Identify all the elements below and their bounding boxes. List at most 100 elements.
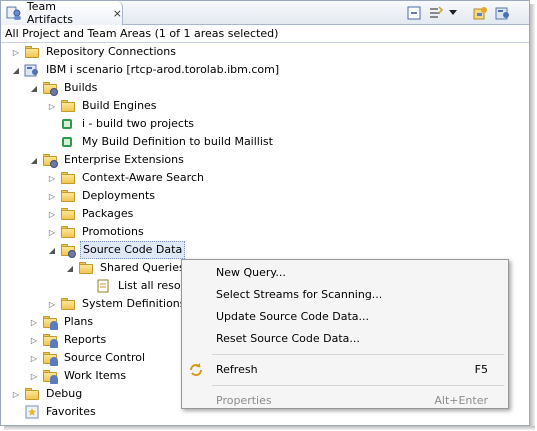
team-artifacts-view: Team Artifacts ⨯ All Project and Team Ar… bbox=[0, 0, 530, 426]
team-artifacts-icon bbox=[6, 6, 21, 20]
tree-item[interactable]: ◢ Shared Queries bbox=[65, 259, 187, 277]
collapsed-twistie-icon[interactable]: ▷ bbox=[29, 313, 39, 331]
menu-item-properties: Properties Alt+Enter bbox=[182, 390, 508, 412]
favorites-icon bbox=[24, 404, 40, 420]
expanded-twistie-icon[interactable]: ◢ bbox=[29, 79, 39, 97]
tree-item-label: Build Engines bbox=[82, 99, 157, 112]
menu-item-new-query[interactable]: New Query... bbox=[182, 262, 508, 284]
tree-item-label: Deployments bbox=[82, 189, 156, 202]
tree-item[interactable]: ▷ Plans bbox=[29, 313, 95, 331]
menu-item-label: Refresh bbox=[216, 363, 258, 376]
view-tab-bar: Team Artifacts ⨯ bbox=[1, 0, 529, 26]
collapsed-twistie-icon[interactable]: ▷ bbox=[47, 169, 57, 187]
menu-item-label: Update Source Code Data... bbox=[216, 310, 370, 323]
tab-team-artifacts[interactable]: Team Artifacts ⨯ bbox=[1, 0, 123, 26]
builds-folder-icon bbox=[42, 80, 58, 96]
menu-item-refresh[interactable]: Refresh F5 bbox=[182, 359, 508, 381]
window-shadow bbox=[530, 4, 535, 428]
tree-item-label: System Definitions bbox=[82, 297, 186, 310]
tree-item-label: Repository Connections bbox=[46, 45, 176, 58]
expanded-twistie-icon[interactable]: ◢ bbox=[65, 259, 75, 277]
build-definition-icon bbox=[60, 116, 76, 132]
menu-item-reset-source-code-data[interactable]: Reset Source Code Data... bbox=[182, 328, 508, 350]
expanded-twistie-icon[interactable]: ◢ bbox=[47, 241, 57, 259]
work-items-folder-icon bbox=[42, 368, 58, 384]
menu-item-shortcut: Alt+Enter bbox=[434, 394, 488, 407]
tree-item-label: My Build Definition to build Maillist bbox=[82, 135, 273, 148]
tree-item-label: Packages bbox=[82, 207, 134, 220]
tree-item[interactable]: ▷ Repository Connections bbox=[11, 43, 178, 61]
tree-item[interactable]: ▷ Work Items bbox=[29, 367, 128, 385]
close-icon[interactable]: ⨯ bbox=[113, 7, 122, 20]
tree-item-label: Shared Queries bbox=[100, 261, 185, 274]
collapsed-twistie-icon[interactable]: ▷ bbox=[47, 205, 57, 223]
tree-item-label: Reports bbox=[64, 333, 107, 346]
tree-item[interactable]: Favorites bbox=[11, 403, 98, 421]
area-filter-label: All Project and Team Areas (1 of 1 areas… bbox=[1, 26, 529, 43]
project-area-icon[interactable] bbox=[495, 5, 511, 21]
collapsed-twistie-icon[interactable]: ▷ bbox=[11, 385, 21, 403]
collapse-all-icon[interactable] bbox=[406, 5, 422, 21]
menu-item-update-source-code-data[interactable]: Update Source Code Data... bbox=[182, 306, 508, 328]
folder-icon bbox=[60, 170, 76, 186]
collapsed-twistie-icon[interactable]: ▷ bbox=[47, 97, 57, 115]
collapsed-twistie-icon[interactable]: ▷ bbox=[29, 331, 39, 349]
tree-item[interactable]: List all reso bbox=[83, 277, 183, 295]
tree-item[interactable]: ▷ Debug bbox=[11, 385, 84, 403]
tree-item[interactable]: i - build two projects bbox=[47, 115, 196, 133]
reports-folder-icon bbox=[42, 332, 58, 348]
tree-item-label: Source Control bbox=[64, 351, 146, 364]
collapsed-twistie-icon[interactable]: ▷ bbox=[47, 295, 57, 313]
menu-item-label: Select Streams for Scanning... bbox=[216, 288, 383, 301]
view-menu-icon[interactable] bbox=[448, 5, 458, 21]
collapsed-twistie-icon[interactable]: ▷ bbox=[47, 187, 57, 205]
tree-item[interactable]: ▷ Deployments bbox=[47, 187, 157, 205]
collapsed-twistie-icon[interactable]: ▷ bbox=[47, 223, 57, 241]
tree-item-label: List all reso bbox=[118, 279, 181, 292]
folder-icon bbox=[60, 224, 76, 240]
tree-item-label: Work Items bbox=[64, 369, 127, 382]
folder-icon bbox=[24, 386, 40, 402]
tree-item[interactable]: ◢ Builds bbox=[29, 79, 99, 97]
tree-item-label: i - build two projects bbox=[82, 117, 195, 130]
tree-item[interactable]: ▷ System Definitions bbox=[47, 295, 188, 313]
folder-icon bbox=[24, 44, 40, 60]
folder-icon bbox=[78, 260, 94, 276]
build-definition-icon bbox=[60, 134, 76, 150]
twistie-spacer bbox=[83, 277, 93, 295]
folder-icon bbox=[60, 188, 76, 204]
tree-item-label: Plans bbox=[64, 315, 94, 328]
tree-item-label: Source Code Data bbox=[80, 241, 186, 259]
menu-separator bbox=[212, 385, 504, 386]
tree-item[interactable]: ◢ Source Code Data bbox=[47, 241, 186, 259]
context-menu: New Query... Select Streams for Scanning.… bbox=[181, 259, 509, 409]
twistie-spacer bbox=[47, 133, 57, 151]
collapsed-twistie-icon[interactable]: ▷ bbox=[11, 43, 21, 61]
link-with-editor-icon[interactable] bbox=[428, 5, 444, 21]
folder-icon bbox=[60, 296, 76, 312]
menu-item-label: New Query... bbox=[216, 266, 286, 279]
tree-item[interactable]: ◢ Enterprise Extensions bbox=[29, 151, 186, 169]
folder-icon bbox=[60, 206, 76, 222]
menu-item-select-streams-for-scanning[interactable]: Select Streams for Scanning... bbox=[182, 284, 508, 306]
tree-item-label: Debug bbox=[46, 387, 83, 400]
folder-icon bbox=[60, 98, 76, 114]
tab-title: Team Artifacts bbox=[26, 0, 73, 26]
tree-item[interactable]: ▷ Context-Aware Search bbox=[47, 169, 206, 187]
tree-item-label: IBM i scenario [rtcp-arod.torolab.ibm.co… bbox=[46, 63, 280, 76]
team-area-icon[interactable] bbox=[473, 5, 489, 21]
collapsed-twistie-icon[interactable]: ▷ bbox=[29, 349, 39, 367]
twistie-spacer bbox=[11, 403, 21, 421]
expanded-twistie-icon[interactable]: ◢ bbox=[29, 151, 39, 169]
tree-item[interactable]: ◢ IBM i scenario [rtcp-arod.torolab.ibm.c… bbox=[11, 61, 281, 79]
collapsed-twistie-icon[interactable]: ▷ bbox=[29, 367, 39, 385]
tree-item[interactable]: ▷ Build Engines bbox=[47, 97, 159, 115]
expanded-twistie-icon[interactable]: ◢ bbox=[11, 61, 21, 79]
tree-item[interactable]: ▷ Reports bbox=[29, 331, 108, 349]
tree-item[interactable]: ▷ Source Control bbox=[29, 349, 147, 367]
tree-item[interactable]: ▷ Packages bbox=[47, 205, 135, 223]
tree-item[interactable]: ▷ Promotions bbox=[47, 223, 146, 241]
tree-item[interactable]: My Build Definition to build Maillist bbox=[47, 133, 275, 151]
tree-item-label: Context-Aware Search bbox=[82, 171, 204, 184]
tree-item-label: Promotions bbox=[82, 225, 144, 238]
